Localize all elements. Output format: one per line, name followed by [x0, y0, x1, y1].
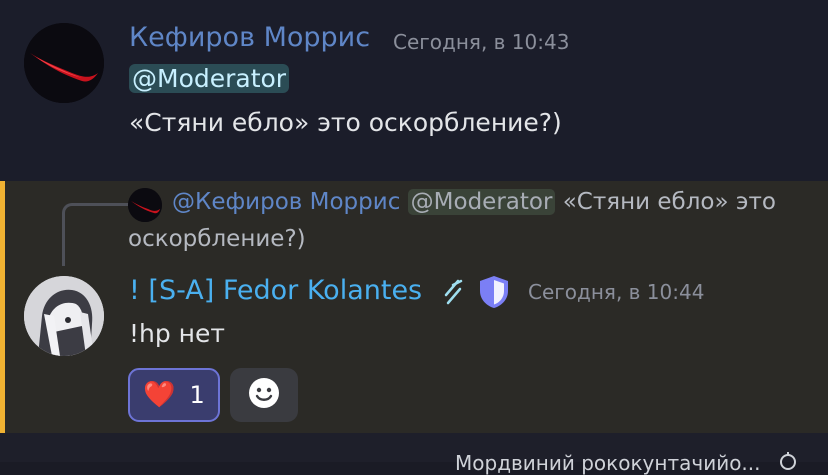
reply-text-continued: оскорбление?)	[128, 226, 306, 252]
message-fedor: @Кефиров Моррис @Moderator «Стяни ебло» …	[0, 181, 828, 433]
author-name-text[interactable]: ! [S-A] Fedor Kolantes	[129, 275, 422, 306]
timer-icon[interactable]	[778, 451, 798, 471]
reaction-count: 1	[189, 381, 205, 409]
reply-connector	[62, 203, 129, 266]
typing-text: Мордвиний рококунтачийо...	[455, 451, 761, 475]
message-text: !hp нет	[129, 319, 225, 348]
add-reaction-icon	[247, 376, 281, 414]
avatar-kefirov[interactable]	[24, 23, 104, 103]
message-text: «Стяни ебло» это оскорбление?)	[129, 108, 562, 137]
typing-indicator: Мордвиний рококунтачийо...	[0, 433, 828, 475]
mention-moderator[interactable]: @Moderator	[129, 64, 290, 93]
reply-avatar[interactable]	[128, 188, 162, 222]
moderator-shield-icon[interactable]	[477, 274, 511, 310]
link-badge-icon	[440, 277, 466, 307]
author-name: ! [S-A] Fedor Kolantes	[129, 275, 422, 306]
add-reaction-button[interactable]	[230, 368, 298, 422]
author-name[interactable]: Кефиров Моррис	[129, 22, 370, 53]
avatar-fedor[interactable]	[24, 276, 104, 356]
message-kefirov: Кефиров Моррис Сегодня, в 10:43 @Moderat…	[0, 0, 828, 181]
reply-author[interactable]: @Кефиров Моррис	[172, 189, 400, 215]
reply-preview[interactable]: @Кефиров Моррис @Moderator «Стяни ебло» …	[172, 189, 776, 215]
reply-text: «Стяни ебло» это	[562, 189, 776, 215]
reply-mention[interactable]: @Moderator	[407, 189, 556, 215]
reaction-heart[interactable]: ❤️ 1	[128, 368, 220, 422]
heart-emoji: ❤️	[143, 380, 176, 410]
mention-highlight-bar	[0, 181, 5, 433]
message-mention-line: @Moderator	[129, 64, 290, 93]
timestamp: Сегодня, в 10:43	[393, 30, 570, 54]
timestamp: Сегодня, в 10:44	[528, 280, 705, 304]
